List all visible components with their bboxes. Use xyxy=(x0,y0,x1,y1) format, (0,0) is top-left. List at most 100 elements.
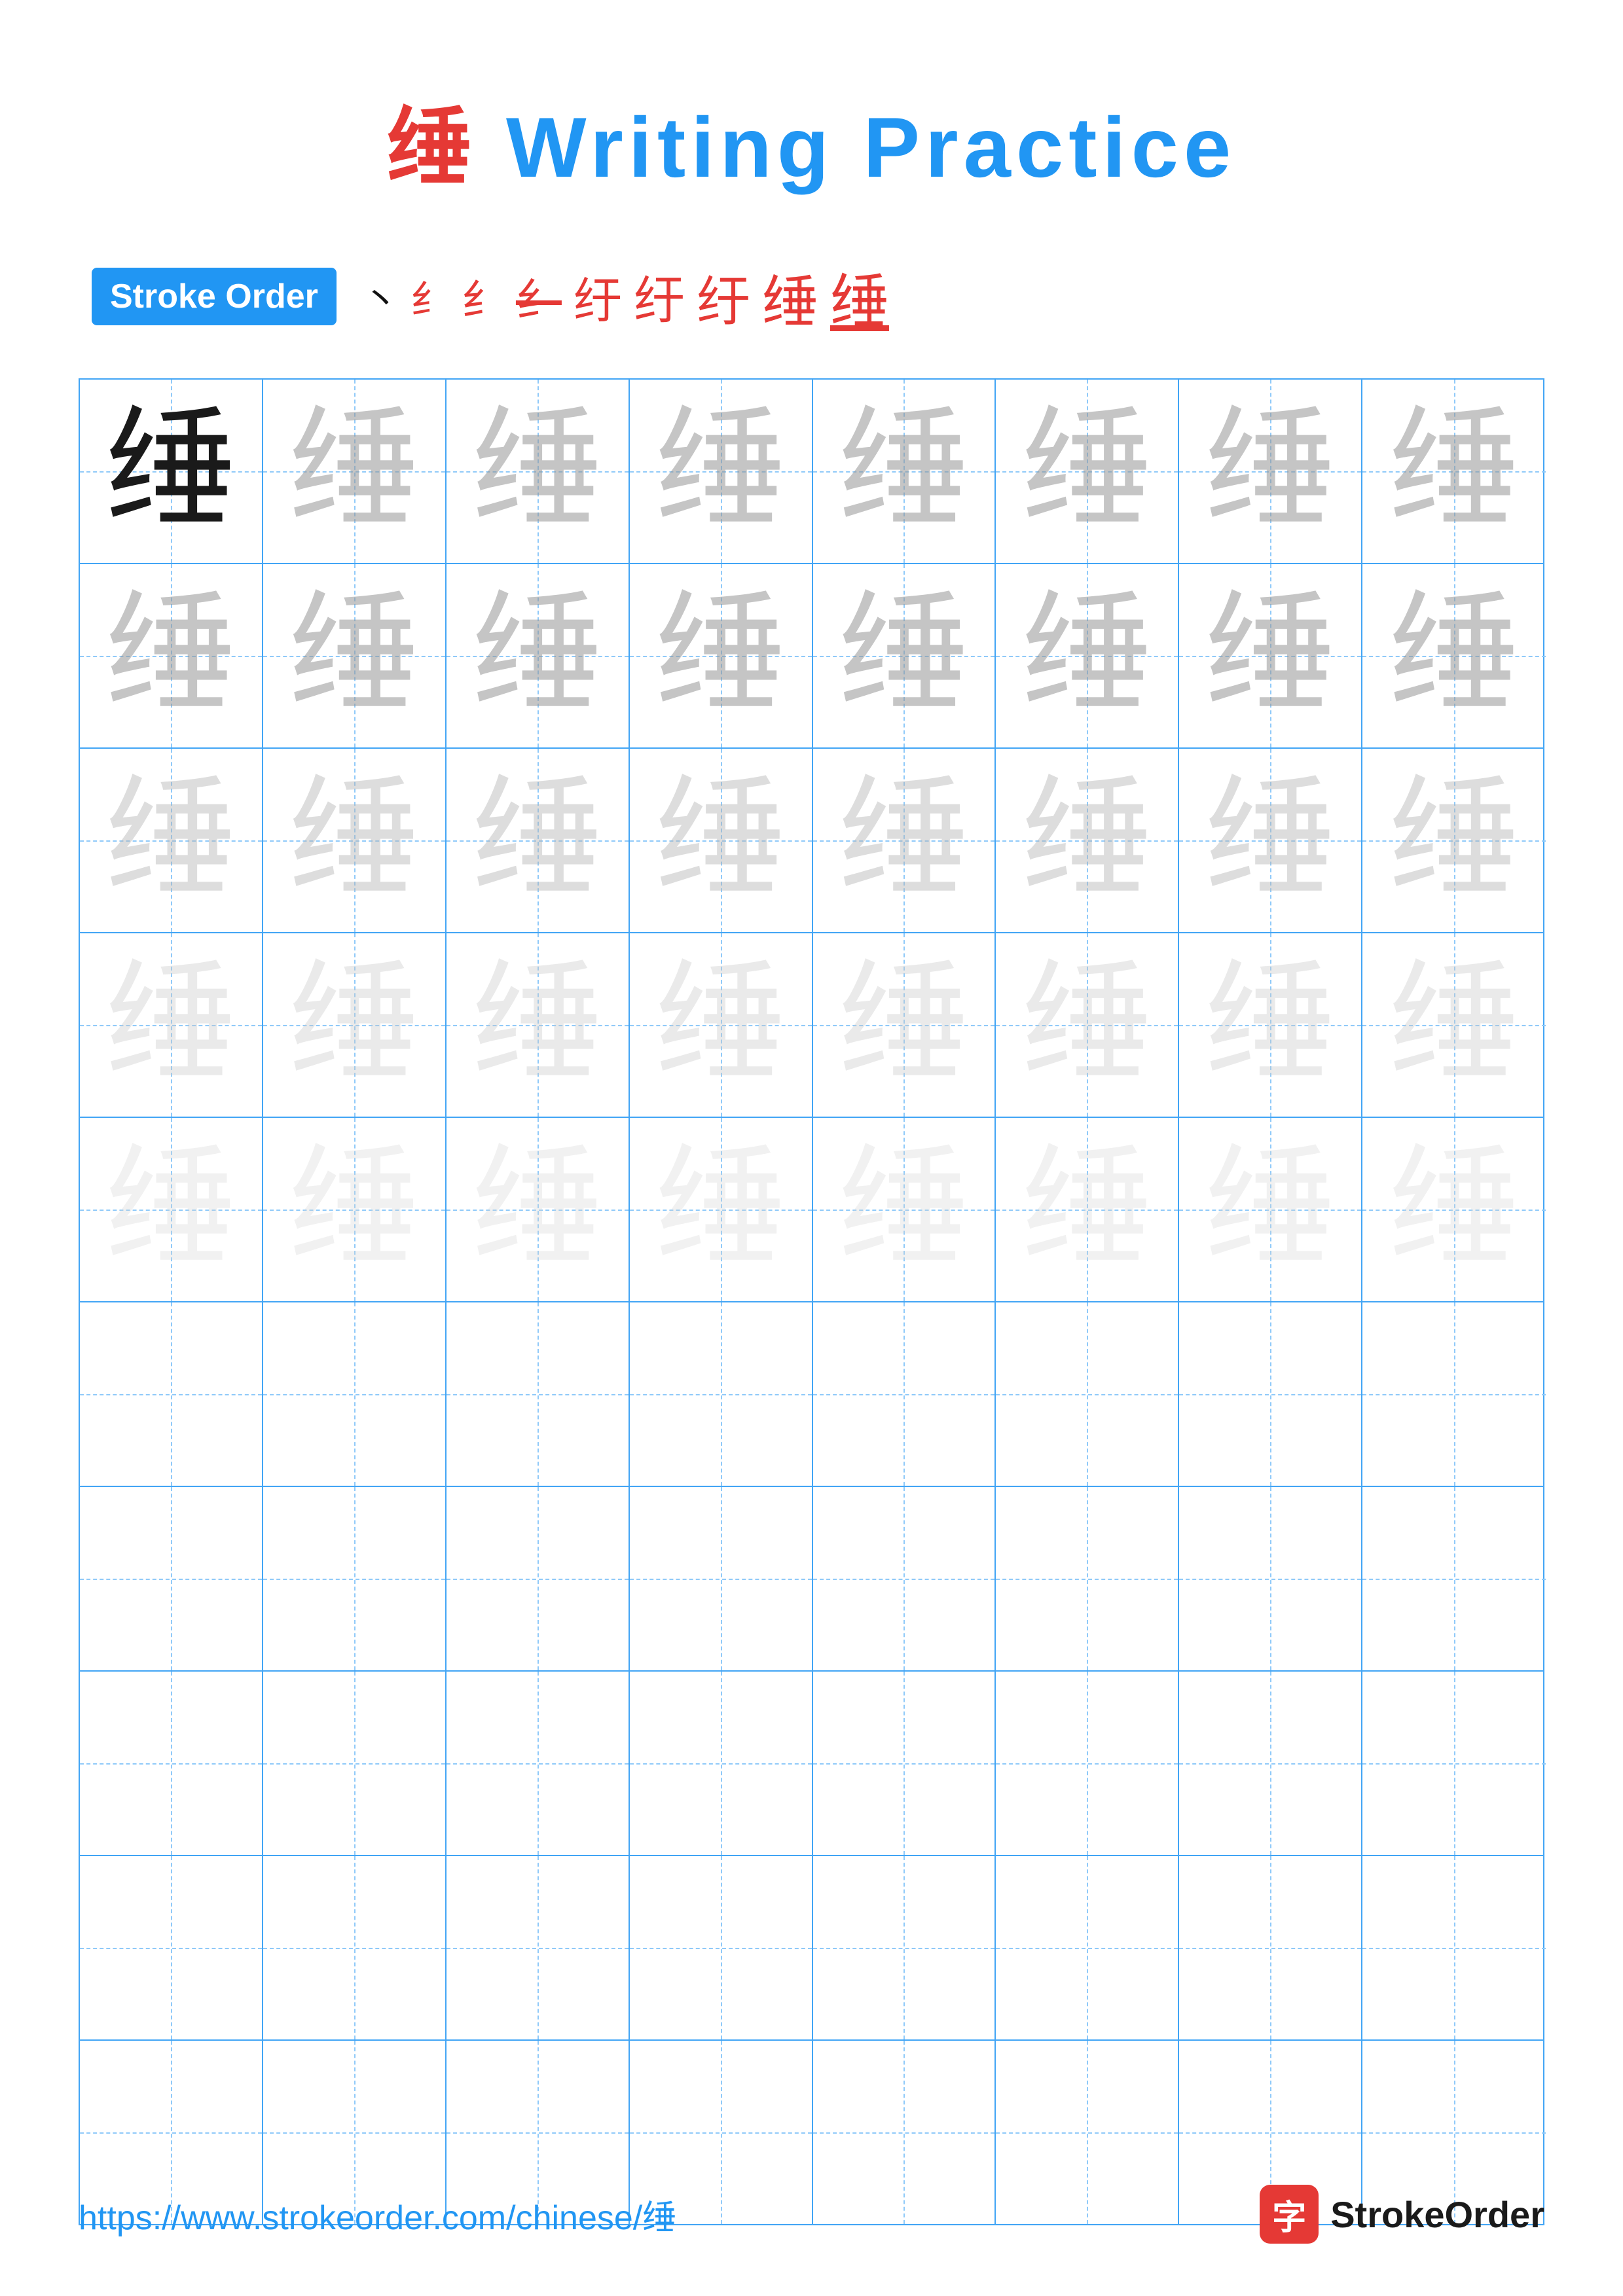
cell-6-7[interactable] xyxy=(1179,1302,1362,1486)
char-light: 缍 xyxy=(1389,775,1520,906)
title-char: 缍 xyxy=(387,101,477,196)
char-light: 缍 xyxy=(838,406,969,537)
char-light: 缍 xyxy=(1389,590,1520,721)
cell-1-8[interactable]: 缍 xyxy=(1362,380,1546,563)
char-light: 缍 xyxy=(1021,960,1152,1090)
stroke-order-row: Stroke Order 丶 纟 纟 纟 纡 纡 纡 缍 缍 xyxy=(79,254,1544,339)
cell-2-5[interactable]: 缍 xyxy=(813,564,996,747)
cell-9-6[interactable] xyxy=(996,1856,1179,2039)
cell-7-3[interactable] xyxy=(447,1487,630,1670)
logo-text: StrokeOrder xyxy=(1330,2193,1544,2236)
page-title: 缍 Writing Practice xyxy=(387,79,1236,202)
cell-9-2[interactable] xyxy=(263,1856,447,2039)
char-light: 缍 xyxy=(1389,406,1520,537)
char-light: 缍 xyxy=(1021,775,1152,906)
cell-1-1[interactable]: 缍 xyxy=(80,380,263,563)
cell-9-7[interactable] xyxy=(1179,1856,1362,2039)
cell-2-7[interactable]: 缍 xyxy=(1179,564,1362,747)
cell-2-6[interactable]: 缍 xyxy=(996,564,1179,747)
cell-3-2[interactable]: 缍 xyxy=(263,749,447,932)
cell-4-7[interactable]: 缍 xyxy=(1179,933,1362,1117)
cell-3-1[interactable]: 缍 xyxy=(80,749,263,932)
stroke-6: 纡 xyxy=(634,260,685,333)
cell-1-5[interactable]: 缍 xyxy=(813,380,996,563)
cell-3-4[interactable]: 缍 xyxy=(630,749,813,932)
footer-logo: 字 StrokeOrder xyxy=(1260,2185,1544,2244)
cell-4-6[interactable]: 缍 xyxy=(996,933,1179,1117)
cell-1-4[interactable]: 缍 xyxy=(630,380,813,563)
cell-8-7[interactable] xyxy=(1179,1672,1362,1855)
cell-9-4[interactable] xyxy=(630,1856,813,2039)
char-light: 缍 xyxy=(838,775,969,906)
char-light: 缍 xyxy=(472,1144,603,1275)
cell-6-4[interactable] xyxy=(630,1302,813,1486)
cell-6-5[interactable] xyxy=(813,1302,996,1486)
cell-8-5[interactable] xyxy=(813,1672,996,1855)
cell-8-2[interactable] xyxy=(263,1672,447,1855)
cell-5-5[interactable]: 缍 xyxy=(813,1118,996,1301)
cell-2-2[interactable]: 缍 xyxy=(263,564,447,747)
cell-1-6[interactable]: 缍 xyxy=(996,380,1179,563)
cell-3-5[interactable]: 缍 xyxy=(813,749,996,932)
cell-9-1[interactable] xyxy=(80,1856,263,2039)
char-light: 缍 xyxy=(655,406,786,537)
cell-2-8[interactable]: 缍 xyxy=(1362,564,1546,747)
cell-8-6[interactable] xyxy=(996,1672,1179,1855)
cell-5-4[interactable]: 缍 xyxy=(630,1118,813,1301)
char-light: 缍 xyxy=(1021,406,1152,537)
cell-4-5[interactable]: 缍 xyxy=(813,933,996,1117)
cell-8-8[interactable] xyxy=(1362,1672,1546,1855)
grid-row-4: 缍 缍 缍 缍 缍 缍 缍 缍 xyxy=(80,933,1543,1118)
cell-6-6[interactable] xyxy=(996,1302,1179,1486)
grid-row-1: 缍 缍 缍 缍 缍 缍 缍 缍 xyxy=(80,380,1543,564)
cell-2-1[interactable]: 缍 xyxy=(80,564,263,747)
cell-4-3[interactable]: 缍 xyxy=(447,933,630,1117)
cell-4-4[interactable]: 缍 xyxy=(630,933,813,1117)
cell-6-1[interactable] xyxy=(80,1302,263,1486)
char-light: 缍 xyxy=(838,590,969,721)
cell-6-8[interactable] xyxy=(1362,1302,1546,1486)
cell-9-3[interactable] xyxy=(447,1856,630,2039)
cell-3-6[interactable]: 缍 xyxy=(996,749,1179,932)
cell-5-1[interactable]: 缍 xyxy=(80,1118,263,1301)
cell-8-4[interactable] xyxy=(630,1672,813,1855)
grid-row-3: 缍 缍 缍 缍 缍 缍 缍 缍 xyxy=(80,749,1543,933)
cell-3-7[interactable]: 缍 xyxy=(1179,749,1362,932)
cell-4-1[interactable]: 缍 xyxy=(80,933,263,1117)
char-light: 缍 xyxy=(1205,960,1336,1090)
cell-5-8[interactable]: 缍 xyxy=(1362,1118,1546,1301)
cell-5-3[interactable]: 缍 xyxy=(447,1118,630,1301)
cell-1-7[interactable]: 缍 xyxy=(1179,380,1362,563)
cell-7-2[interactable] xyxy=(263,1487,447,1670)
cell-3-3[interactable]: 缍 xyxy=(447,749,630,932)
cell-7-7[interactable] xyxy=(1179,1487,1362,1670)
cell-1-2[interactable]: 缍 xyxy=(263,380,447,563)
cell-6-3[interactable] xyxy=(447,1302,630,1486)
cell-7-6[interactable] xyxy=(996,1487,1179,1670)
cell-5-7[interactable]: 缍 xyxy=(1179,1118,1362,1301)
cell-7-8[interactable] xyxy=(1362,1487,1546,1670)
cell-2-3[interactable]: 缍 xyxy=(447,564,630,747)
cell-3-8[interactable]: 缍 xyxy=(1362,749,1546,932)
cell-7-4[interactable] xyxy=(630,1487,813,1670)
cell-6-2[interactable] xyxy=(263,1302,447,1486)
stroke-8: 缍 xyxy=(762,256,818,338)
cell-8-3[interactable] xyxy=(447,1672,630,1855)
grid-row-7 xyxy=(80,1487,1543,1672)
char-light: 缍 xyxy=(655,1144,786,1275)
cell-1-3[interactable]: 缍 xyxy=(447,380,630,563)
page: 缍 Writing Practice Stroke Order 丶 纟 纟 纟 … xyxy=(0,0,1623,2296)
footer-url[interactable]: https://www.strokeorder.com/chinese/缍 xyxy=(79,2190,676,2239)
stroke-5: 纡 xyxy=(574,262,622,332)
cell-2-4[interactable]: 缍 xyxy=(630,564,813,747)
cell-7-1[interactable] xyxy=(80,1487,263,1670)
cell-8-1[interactable] xyxy=(80,1672,263,1855)
cell-9-5[interactable] xyxy=(813,1856,996,2039)
char-light: 缍 xyxy=(1389,960,1520,1090)
cell-5-2[interactable]: 缍 xyxy=(263,1118,447,1301)
cell-4-8[interactable]: 缍 xyxy=(1362,933,1546,1117)
cell-9-8[interactable] xyxy=(1362,1856,1546,2039)
cell-7-5[interactable] xyxy=(813,1487,996,1670)
cell-5-6[interactable]: 缍 xyxy=(996,1118,1179,1301)
cell-4-2[interactable]: 缍 xyxy=(263,933,447,1117)
